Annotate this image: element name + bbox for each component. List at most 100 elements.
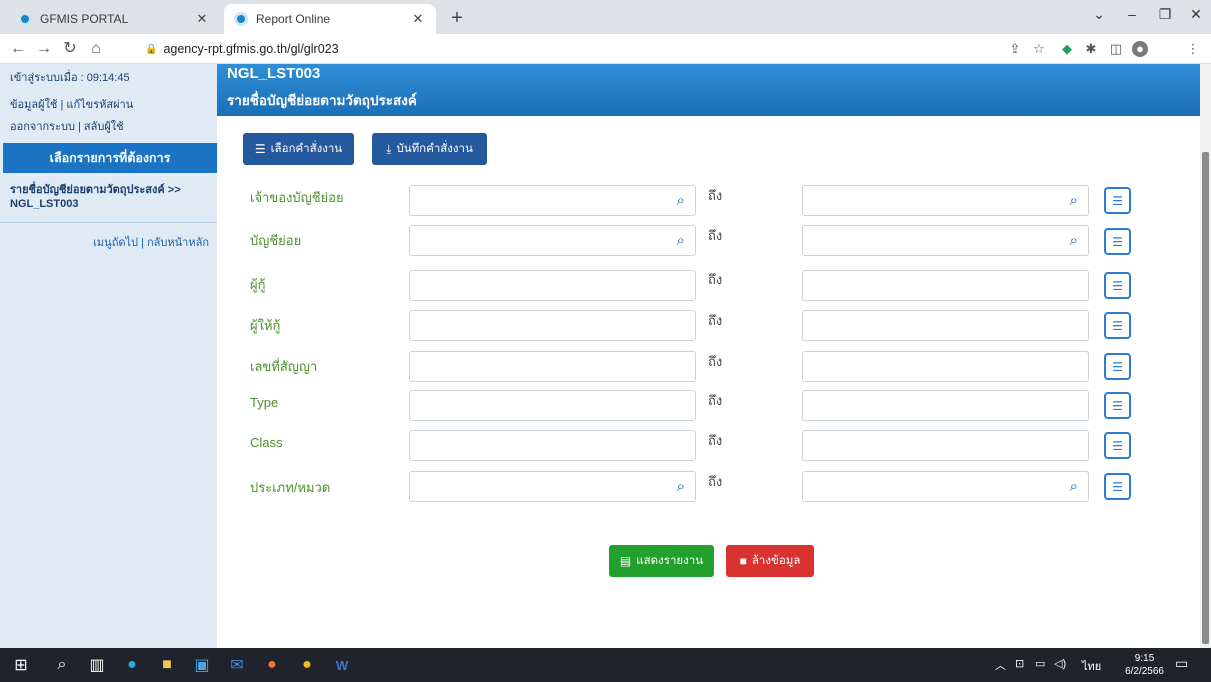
separator: | bbox=[60, 99, 64, 111]
save-command-button[interactable]: ⤓ บันทึกคำสั่งงาน bbox=[372, 133, 487, 165]
sidebar-item-current-report[interactable]: รายชื่อบัญชีย่อยตามวัตถุประสงค์ >> NGL_L… bbox=[10, 183, 210, 211]
windows-start-icon[interactable]: ⊞ bbox=[9, 653, 33, 677]
extensions-puzzle-icon[interactable]: ✱ bbox=[1083, 41, 1099, 57]
borrower-list-button[interactable]: ☰ bbox=[1104, 272, 1131, 299]
select-command-button[interactable]: ☰ เลือกคำสั่งงาน bbox=[243, 133, 354, 165]
class-list-button[interactable]: ☰ bbox=[1104, 432, 1131, 459]
mail-icon[interactable]: ✉ bbox=[225, 653, 249, 677]
user-info-link[interactable]: ข้อมูลผู้ใช้ bbox=[10, 99, 57, 111]
show-report-button[interactable]: ▤ แสดงรายงาน bbox=[609, 545, 714, 577]
divider bbox=[0, 222, 217, 223]
share-icon[interactable]: ⇪ bbox=[1007, 41, 1023, 57]
volume-icon[interactable]: ◁) bbox=[1054, 657, 1066, 670]
search-icon[interactable]: ⌕ bbox=[1070, 192, 1078, 209]
minimize-icon[interactable]: – bbox=[1122, 6, 1142, 22]
contract-number-list-button[interactable]: ☰ bbox=[1104, 353, 1131, 380]
clock-time: 9:15 bbox=[1134, 653, 1155, 664]
home-icon[interactable]: ⌂ bbox=[86, 39, 106, 59]
contract-number-to-input[interactable] bbox=[802, 351, 1089, 382]
firefox-icon[interactable]: ● bbox=[260, 653, 284, 677]
contract-number-from-input[interactable] bbox=[409, 351, 696, 382]
subaccount-owner-from-input[interactable]: ⌕ bbox=[409, 185, 696, 216]
close-tab-icon[interactable]: ✕ bbox=[410, 11, 426, 27]
browser-tab-gfmis-portal[interactable]: GFMIS PORTAL ✕ bbox=[8, 4, 220, 34]
type-to-input[interactable] bbox=[802, 390, 1089, 421]
borrower-to-input[interactable] bbox=[802, 270, 1089, 301]
tab-title: Report Online bbox=[256, 12, 331, 26]
lender-from-input[interactable] bbox=[409, 310, 696, 341]
field-label-class: Class bbox=[250, 435, 283, 450]
page-scrollbar[interactable] bbox=[1200, 64, 1211, 648]
forward-icon[interactable]: → bbox=[34, 39, 54, 59]
scrollbar-thumb[interactable] bbox=[1202, 152, 1209, 644]
new-tab-icon[interactable]: + bbox=[446, 8, 468, 28]
address-bar[interactable]: 🔒 agency-rpt.gfmis.go.th/gl/glr023 bbox=[145, 40, 339, 58]
network-icon[interactable]: ⊡ bbox=[1015, 657, 1024, 670]
session-links: ออกจากระบบ | สลับผู้ใช้ bbox=[10, 117, 124, 135]
home-link[interactable]: กลับหน้าหลัก bbox=[147, 237, 209, 249]
search-icon[interactable]: ⌕ bbox=[50, 653, 74, 677]
borrower-from-input[interactable] bbox=[409, 270, 696, 301]
profile-avatar-icon[interactable]: ● bbox=[1132, 41, 1148, 57]
switch-user-link[interactable]: สลับผู้ใช้ bbox=[84, 121, 124, 133]
subaccount-to-input[interactable]: ⌕ bbox=[802, 225, 1089, 256]
edge-browser-icon[interactable]: ● bbox=[120, 653, 144, 677]
back-icon[interactable]: ← bbox=[8, 39, 28, 59]
search-icon[interactable]: ⌕ bbox=[677, 192, 685, 209]
field-label-lender: ผู้ให้กู้ bbox=[250, 318, 281, 333]
search-icon[interactable]: ⌕ bbox=[677, 232, 685, 249]
button-label: แสดงรายงาน bbox=[636, 555, 704, 567]
report-code: NGL_LST003 bbox=[227, 65, 321, 82]
subaccount-owner-to-input[interactable]: ⌕ bbox=[802, 185, 1089, 216]
class-from-input[interactable] bbox=[409, 430, 696, 461]
battery-icon[interactable]: ▭ bbox=[1035, 657, 1045, 670]
search-icon[interactable]: ⌕ bbox=[677, 478, 685, 495]
gfmis-favicon-icon bbox=[18, 12, 32, 26]
reload-icon[interactable]: ↻ bbox=[60, 39, 80, 59]
search-icon[interactable]: ⌕ bbox=[1070, 232, 1078, 249]
tab-search-chevron-icon[interactable]: ⌄ bbox=[1089, 6, 1109, 23]
restore-icon[interactable]: ❐ bbox=[1155, 6, 1175, 23]
bookmark-star-icon[interactable]: ☆ bbox=[1031, 41, 1047, 57]
category-from-input[interactable]: ⌕ bbox=[409, 471, 696, 502]
task-view-icon[interactable]: ▥ bbox=[85, 653, 109, 677]
subaccount-list-button[interactable]: ☰ bbox=[1104, 228, 1131, 255]
chrome-icon[interactable]: ● bbox=[295, 653, 319, 677]
next-menu-link[interactable]: เมนูถัดไป bbox=[93, 237, 138, 249]
logout-link[interactable]: ออกจากระบบ bbox=[10, 121, 75, 133]
language-indicator[interactable]: ไทย bbox=[1082, 657, 1101, 675]
file-explorer-icon[interactable]: ■ bbox=[155, 653, 179, 677]
search-icon[interactable]: ⌕ bbox=[1070, 478, 1078, 495]
lender-to-input[interactable] bbox=[802, 310, 1089, 341]
more-menu-icon[interactable]: ⋮ bbox=[1185, 41, 1201, 57]
subaccount-owner-list-button[interactable]: ☰ bbox=[1104, 187, 1131, 214]
to-label: ถึง bbox=[708, 393, 723, 408]
notification-icon[interactable]: ▭ bbox=[1175, 655, 1188, 672]
type-from-input[interactable] bbox=[409, 390, 696, 421]
sidebar-item-code: NGL_LST003 bbox=[10, 198, 79, 210]
type-list-button[interactable]: ☰ bbox=[1104, 392, 1131, 419]
word-icon[interactable]: W bbox=[330, 653, 354, 677]
category-list-button[interactable]: ☰ bbox=[1104, 473, 1131, 500]
taskbar-clock[interactable]: 9:15 6/2/2566 bbox=[1125, 652, 1164, 678]
clear-data-button[interactable]: ■ ล้างข้อมูล bbox=[726, 545, 814, 577]
url-text: agency-rpt.gfmis.go.th/gl/glr023 bbox=[163, 42, 339, 56]
side-panel-icon[interactable]: ◫ bbox=[1108, 41, 1124, 57]
browser-tab-report-online[interactable]: Report Online ✕ bbox=[224, 4, 436, 34]
tray-chevron-icon[interactable]: ︿ bbox=[995, 657, 1006, 673]
lender-list-button[interactable]: ☰ bbox=[1104, 312, 1131, 339]
class-to-input[interactable] bbox=[802, 430, 1089, 461]
microsoft-store-icon[interactable]: ▣ bbox=[190, 653, 214, 677]
close-tab-icon[interactable]: ✕ bbox=[194, 11, 210, 27]
category-to-input[interactable]: ⌕ bbox=[802, 471, 1089, 502]
field-label-borrower: ผู้กู้ bbox=[250, 277, 266, 292]
extension-icon[interactable]: ◆ bbox=[1059, 41, 1075, 57]
to-label: ถึง bbox=[708, 228, 723, 243]
subaccount-from-input[interactable]: ⌕ bbox=[409, 225, 696, 256]
close-window-icon[interactable]: ✕ bbox=[1186, 6, 1206, 23]
field-label-category: ประเภท/หมวด bbox=[250, 480, 331, 495]
to-label: ถึง bbox=[708, 354, 723, 369]
change-password-link[interactable]: แก้ไขรหัสผ่าน bbox=[66, 99, 133, 111]
to-label: ถึง bbox=[708, 313, 723, 328]
field-label-subaccount-owner: เจ้าของบัญชีย่อย bbox=[250, 190, 344, 205]
